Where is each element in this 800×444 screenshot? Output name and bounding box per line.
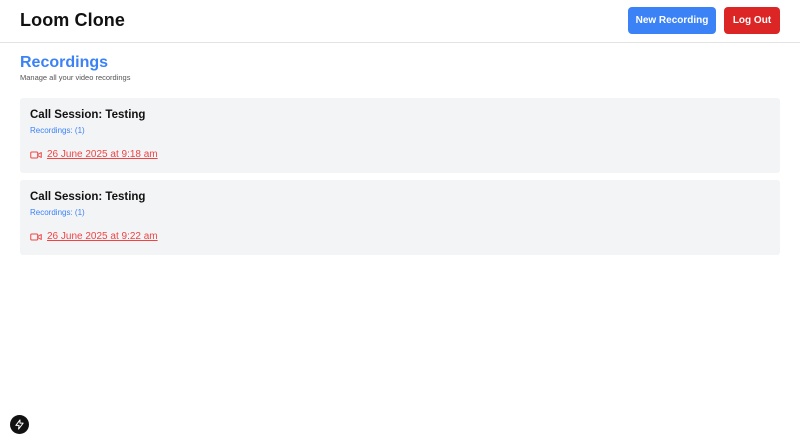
recordings-count: Recordings: (1) <box>30 126 85 135</box>
new-recording-button[interactable]: New Recording <box>628 7 716 34</box>
recordings-count: Recordings: (1) <box>30 208 85 217</box>
page-subtitle: Manage all your video recordings <box>20 73 131 82</box>
video-camera-icon <box>30 151 42 158</box>
session-title: Call Session: Testing <box>30 109 146 121</box>
app-title: Loom Clone <box>20 10 125 30</box>
recording-date[interactable]: 26 June 2025 at 9:22 am <box>47 231 158 242</box>
session-card: Call Session: Testing Recordings: (1) 26… <box>20 98 780 173</box>
session-card: Call Session: Testing Recordings: (1) 26… <box>20 180 780 255</box>
recording-date[interactable]: 26 June 2025 at 9:18 am <box>47 149 158 160</box>
page-title: Recordings <box>20 54 109 71</box>
recording-link[interactable]: 26 June 2025 at 9:18 am <box>30 149 158 160</box>
dev-tools-badge[interactable] <box>10 415 29 434</box>
recording-link[interactable]: 26 June 2025 at 9:22 am <box>30 231 158 242</box>
video-camera-icon <box>30 233 42 240</box>
top-navigation-bar: Loom Clone New Recording Log Out <box>0 0 800 43</box>
session-title: Call Session: Testing <box>30 191 146 203</box>
lightning-icon <box>15 419 24 430</box>
logout-button[interactable]: Log Out <box>724 7 780 34</box>
